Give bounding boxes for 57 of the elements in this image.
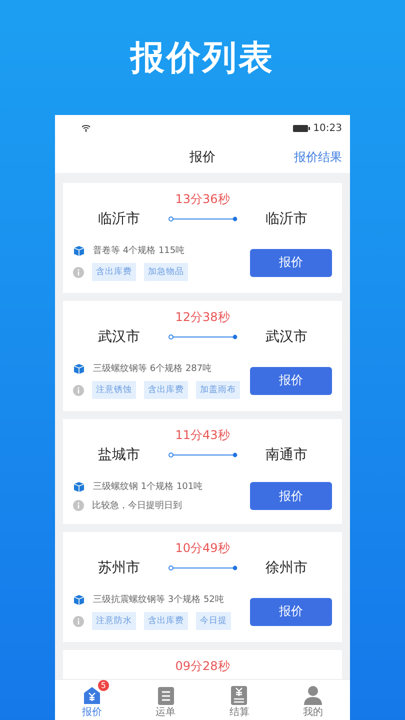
service-tag: 加急物品	[144, 263, 188, 281]
banner-title: 报价列表	[130, 36, 274, 80]
remark-text: 比较急，今日提明日到	[92, 500, 182, 512]
person-icon	[303, 685, 324, 705]
route-line	[168, 216, 238, 222]
countdown-timer: 09分28秒	[175, 658, 230, 675]
countdown-timer: 12分38秒	[175, 309, 230, 326]
route-line	[168, 334, 238, 340]
service-tag: 今日提	[196, 612, 231, 630]
clipboard-icon	[156, 685, 176, 705]
quote-button[interactable]: 报价	[250, 598, 332, 626]
box-icon	[73, 363, 85, 374]
cargo-summary: 三级抗震螺纹钢等 3个规格 52吨	[93, 594, 224, 606]
service-tag: 含出库费	[92, 263, 136, 281]
destination-city: 南通市	[265, 446, 308, 464]
service-tag: 含出库费	[144, 381, 188, 399]
service-tag: 注意锈蚀	[92, 381, 136, 399]
service-tag: 含出库费	[144, 612, 188, 630]
box-icon	[73, 481, 85, 492]
cargo-summary: 三级螺纹钢 1个规格 101吨	[93, 480, 203, 493]
quote-results-link[interactable]: 报价结果	[294, 148, 342, 166]
service-tag: 加盖雨布	[196, 381, 240, 399]
count-badge: 5	[98, 680, 109, 691]
info-icon	[73, 500, 84, 511]
box-icon	[73, 594, 85, 605]
cargo-summary: 三级螺纹钢等 6个规格 287吨	[93, 362, 212, 375]
info-icon	[73, 616, 84, 626]
quote-button[interactable]: 报价	[250, 248, 332, 276]
countdown-timer: 13分36秒	[175, 191, 230, 208]
origin-city: 盐城市	[98, 446, 140, 464]
nav-tab[interactable]: 运单	[128, 680, 202, 720]
tag-icon	[82, 685, 102, 705]
destination-city: 徐州市	[265, 559, 308, 577]
countdown-timer: 11分43秒	[175, 427, 230, 444]
quote-button[interactable]: 报价	[250, 482, 332, 510]
origin-city: 武汉市	[98, 328, 140, 346]
nav-tab[interactable]: 我的	[276, 680, 350, 720]
origin-city: 临沂市	[98, 210, 140, 228]
destination-city: 临沂市	[265, 210, 308, 228]
wifi-icon	[81, 124, 91, 132]
countdown-timer: 10分49秒	[175, 540, 230, 557]
clock-time: 10:23	[313, 122, 342, 134]
bill-icon	[229, 685, 250, 705]
route-line	[168, 452, 238, 458]
origin-city: 苏州市	[98, 559, 140, 577]
nav-tab[interactable]: 5 报价	[55, 680, 129, 720]
destination-city: 武汉市	[265, 328, 308, 346]
service-tag: 注意防水	[92, 612, 136, 630]
info-icon	[73, 384, 84, 396]
route-line	[168, 565, 238, 571]
cargo-summary: 普卷等 4个规格 115吨	[93, 244, 185, 257]
page-title: 报价	[190, 149, 216, 166]
battery-icon	[293, 124, 310, 132]
quote-button[interactable]: 报价	[250, 366, 332, 394]
info-icon	[73, 266, 84, 278]
nav-tab[interactable]: 结算	[202, 680, 276, 720]
box-icon	[73, 245, 85, 256]
